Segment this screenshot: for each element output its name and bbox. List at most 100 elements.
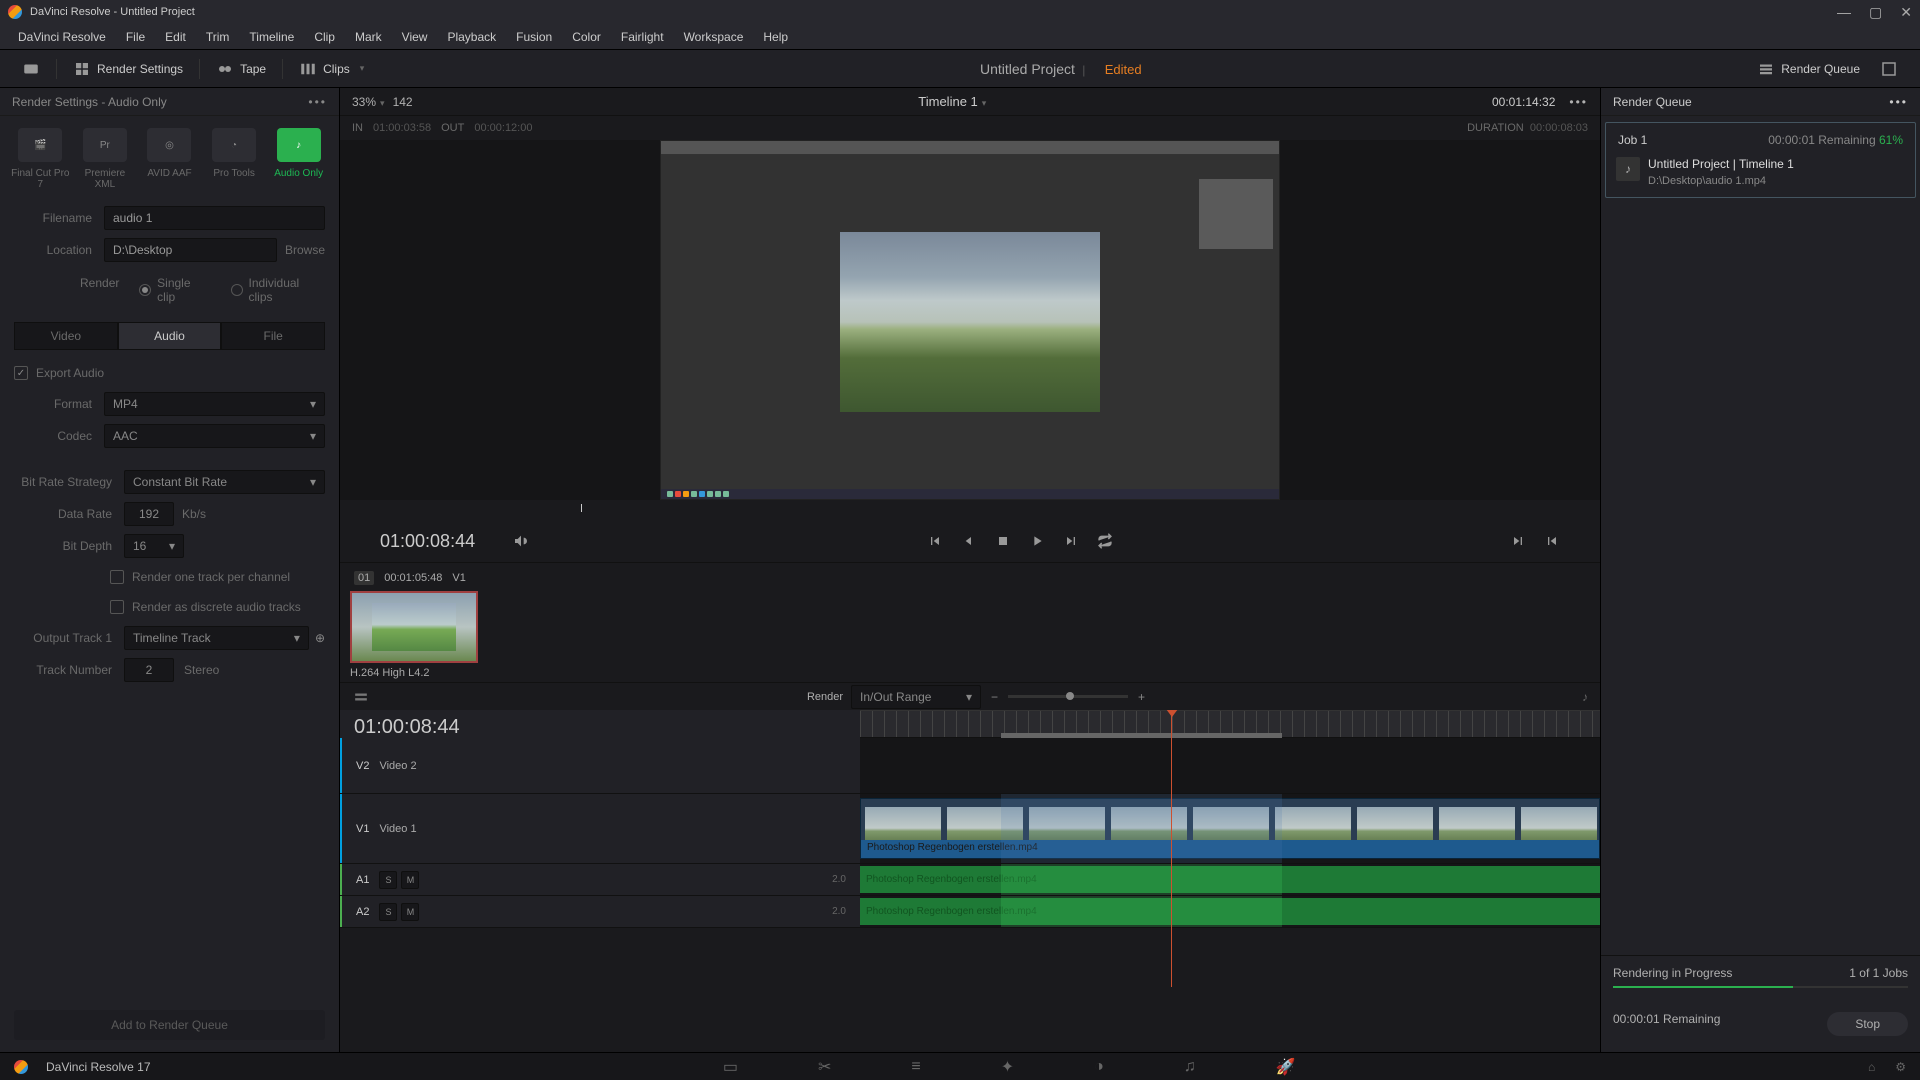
track-a2-content[interactable]: Photoshop Regenbogen erstellen.mp4 xyxy=(860,896,1600,927)
radio-individual-clips[interactable]: Individual clips xyxy=(231,276,325,304)
render-one-checkbox[interactable] xyxy=(110,570,124,584)
page-cut[interactable]: ✂ xyxy=(818,1057,831,1077)
clips-button[interactable]: Clips xyxy=(289,56,374,82)
output-track-select[interactable]: Timeline Track▾ xyxy=(124,626,309,650)
menu-clip[interactable]: Clip xyxy=(304,30,345,44)
add-track-icon[interactable]: ⊕ xyxy=(315,631,325,645)
home-icon[interactable]: ⌂ xyxy=(1868,1060,1875,1074)
radio-single-clip[interactable]: Single clip xyxy=(139,276,210,304)
stop-button[interactable]: Stop xyxy=(1827,1012,1908,1036)
menu-help[interactable]: Help xyxy=(753,30,798,44)
export-audio-checkbox[interactable]: ✓ xyxy=(14,366,28,380)
preset-premiere[interactable]: PrPremiere XML xyxy=(74,128,136,190)
menu-fusion[interactable]: Fusion xyxy=(506,30,562,44)
menu-trim[interactable]: Trim xyxy=(196,30,240,44)
page-media[interactable]: ▭ xyxy=(723,1057,738,1077)
menu-color[interactable]: Color xyxy=(562,30,611,44)
timeline-ruler[interactable] xyxy=(860,710,1600,738)
audio-clip-a2[interactable]: Photoshop Regenbogen erstellen.mp4 xyxy=(860,898,1600,925)
bitrate-strategy-select[interactable]: Constant Bit Rate▾ xyxy=(124,470,325,494)
step-back-icon[interactable] xyxy=(961,533,977,549)
tape-button[interactable]: Tape xyxy=(206,56,276,82)
expand-icon[interactable] xyxy=(1870,56,1908,82)
location-input[interactable] xyxy=(104,238,277,262)
menu-playback[interactable]: Playback xyxy=(437,30,506,44)
menu-view[interactable]: View xyxy=(392,30,438,44)
viewer-menu-icon[interactable]: ••• xyxy=(1569,95,1588,109)
settings-icon[interactable]: ⚙ xyxy=(1895,1060,1906,1074)
zoom-select[interactable]: 33% xyxy=(352,95,385,109)
track-v1-content[interactable]: Photoshop Regenbogen erstellen.mp4 xyxy=(860,794,1600,863)
filename-input[interactable] xyxy=(104,206,325,230)
zoom-slider[interactable] xyxy=(1008,695,1128,698)
mute-a1[interactable]: M xyxy=(401,871,419,889)
render-queue-button[interactable]: Render Queue xyxy=(1747,56,1870,82)
bit-depth-select[interactable]: 16▾ xyxy=(124,534,184,558)
zoom-out-icon[interactable]: − xyxy=(991,690,998,704)
menu-fairlight[interactable]: Fairlight xyxy=(611,30,674,44)
volume-icon[interactable] xyxy=(513,533,529,549)
clip-thumbnail[interactable] xyxy=(350,591,478,663)
menu-file[interactable]: File xyxy=(116,30,155,44)
tab-file[interactable]: File xyxy=(221,322,325,350)
maximize-button[interactable]: ▢ xyxy=(1869,4,1882,21)
preset-avid[interactable]: ◎AVID AAF xyxy=(138,128,200,190)
video-clip[interactable]: Photoshop Regenbogen erstellen.mp4 xyxy=(860,798,1600,859)
menu-mark[interactable]: Mark xyxy=(345,30,392,44)
track-header-a1[interactable]: A1 SM 2.0 xyxy=(340,864,860,895)
next-clip-icon[interactable] xyxy=(1063,533,1079,549)
track-a1-content[interactable]: Photoshop Regenbogen erstellen.mp4 xyxy=(860,864,1600,895)
preset-protools[interactable]: ◔Pro Tools xyxy=(203,128,265,190)
render-discrete-checkbox[interactable] xyxy=(110,600,124,614)
audio-icon[interactable]: ♪ xyxy=(1582,690,1588,704)
render-job[interactable]: Job 1 00:00:01 Remaining 61% ♪ Untitled … xyxy=(1605,122,1916,198)
solo-a2[interactable]: S xyxy=(379,903,397,921)
track-number-input[interactable] xyxy=(124,658,174,682)
format-select[interactable]: MP4▾ xyxy=(104,392,325,416)
close-button[interactable]: ✕ xyxy=(1900,4,1912,21)
zoom-in-icon[interactable]: + xyxy=(1138,690,1145,704)
minimize-button[interactable]: — xyxy=(1837,4,1851,21)
in-label: IN xyxy=(352,122,363,134)
menu-davinci[interactable]: DaVinci Resolve xyxy=(8,30,116,44)
menu-edit[interactable]: Edit xyxy=(155,30,196,44)
audio-clip-a1[interactable]: Photoshop Regenbogen erstellen.mp4 xyxy=(860,866,1600,893)
add-to-render-queue-button[interactable]: Add to Render Queue xyxy=(14,1010,325,1040)
tab-audio[interactable]: Audio xyxy=(118,322,222,350)
data-rate-input[interactable] xyxy=(124,502,174,526)
track-v2-content[interactable] xyxy=(860,738,1600,793)
track-header-v1[interactable]: V1 Video 1 xyxy=(340,794,860,863)
preset-fcp7[interactable]: 🎬Final Cut Pro 7 xyxy=(9,128,71,190)
render-settings-button[interactable]: Render Settings xyxy=(63,56,193,82)
deliver-icon[interactable] xyxy=(12,56,50,82)
track-header-a2[interactable]: A2 SM 2.0 xyxy=(340,896,860,927)
codec-select[interactable]: AAC▾ xyxy=(104,424,325,448)
timeline-title[interactable]: Timeline 1 xyxy=(413,94,1492,109)
page-color[interactable]: ◑ xyxy=(1094,1058,1104,1076)
browse-button[interactable]: Browse xyxy=(285,243,325,257)
tab-video[interactable]: Video xyxy=(14,322,118,350)
menu-workspace[interactable]: Workspace xyxy=(674,30,754,44)
preset-audio-only[interactable]: ♪Audio Only xyxy=(268,128,330,190)
play-icon[interactable] xyxy=(1029,533,1045,549)
menu-timeline[interactable]: Timeline xyxy=(239,30,304,44)
go-start-icon[interactable] xyxy=(1544,533,1560,549)
page-edit[interactable]: ≡ xyxy=(911,1058,920,1076)
go-end-icon[interactable] xyxy=(1510,533,1526,549)
page-deliver[interactable]: 🚀 xyxy=(1276,1057,1296,1077)
solo-a1[interactable]: S xyxy=(379,871,397,889)
playhead[interactable] xyxy=(1171,711,1172,987)
track-header-v2[interactable]: V2 Video 2 xyxy=(340,738,860,793)
prev-clip-icon[interactable] xyxy=(927,533,943,549)
stop-icon[interactable] xyxy=(995,533,1011,549)
queue-menu-icon[interactable]: ••• xyxy=(1889,95,1908,109)
page-fusion[interactable]: ✦ xyxy=(1001,1057,1014,1077)
render-mode-select[interactable]: In/Out Range▾ xyxy=(851,685,981,709)
loop-icon[interactable] xyxy=(1097,533,1113,549)
timeline-view-icon[interactable] xyxy=(352,690,370,704)
scrubber[interactable] xyxy=(380,500,1560,520)
viewer-area[interactable] xyxy=(340,140,1600,500)
panel-menu-icon[interactable]: ••• xyxy=(308,95,327,109)
mute-a2[interactable]: M xyxy=(401,903,419,921)
page-fairlight[interactable]: ♫ xyxy=(1184,1058,1196,1076)
